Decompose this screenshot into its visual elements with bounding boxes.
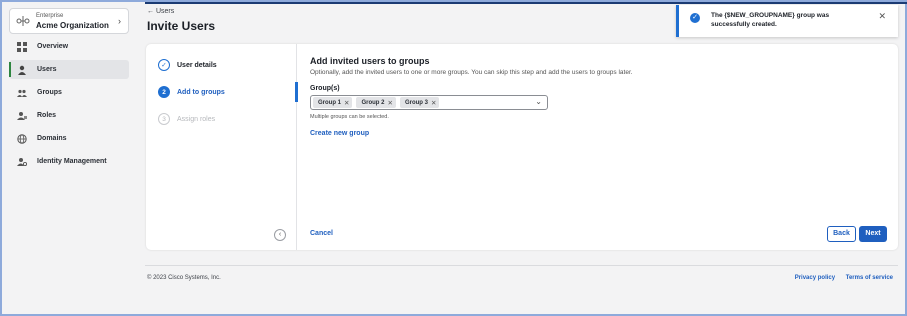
section-description: Optionally, add the invited users to one… bbox=[310, 69, 633, 76]
chevron-down-icon[interactable]: ⌄ bbox=[535, 97, 542, 106]
chip-label: Group 3 bbox=[404, 99, 428, 106]
step-number: 3 bbox=[158, 113, 170, 125]
check-circle-icon: ✓ bbox=[690, 13, 700, 23]
remove-chip-icon[interactable]: ✕ bbox=[431, 99, 436, 107]
remove-chip-icon[interactable]: ✕ bbox=[344, 99, 349, 107]
success-toast: ✓ The {$NEW_GROUPNAME} group was success… bbox=[676, 5, 898, 37]
app-frame: Enterprise Acme Organization › Overview … bbox=[0, 0, 907, 316]
org-switcher[interactable]: Enterprise Acme Organization › bbox=[9, 8, 129, 34]
groups-multiselect[interactable]: Group 1 ✕ Group 2 ✕ Group 3 ✕ ⌄ bbox=[310, 95, 548, 110]
step-assign-roles: 3 Assign roles bbox=[158, 113, 215, 125]
close-icon[interactable]: ✕ bbox=[878, 11, 886, 22]
globe-icon bbox=[17, 133, 27, 144]
groups-field-label: Group(s) bbox=[310, 85, 340, 92]
sidebar-item-users[interactable]: Users bbox=[9, 60, 129, 79]
step-label: Add to groups bbox=[177, 88, 225, 96]
page-title: Invite Users bbox=[147, 19, 216, 33]
sidebar-item-roles[interactable]: Roles bbox=[9, 106, 129, 125]
step-number: 2 bbox=[158, 86, 170, 98]
current-step-marker bbox=[295, 82, 298, 102]
step-label: Assign roles bbox=[177, 115, 216, 123]
step-label: User details bbox=[177, 61, 217, 69]
collapse-chevron-left-icon[interactable]: ‹ bbox=[274, 229, 286, 241]
breadcrumb[interactable]: ← Users bbox=[147, 8, 174, 15]
cancel-link[interactable]: Cancel bbox=[310, 230, 333, 237]
step-add-to-groups[interactable]: 2 Add to groups bbox=[158, 86, 225, 98]
step-user-details[interactable]: ✓ User details bbox=[158, 59, 217, 71]
group-icon bbox=[17, 89, 27, 97]
footer-divider bbox=[145, 265, 898, 266]
identity-icon bbox=[17, 157, 27, 166]
remove-chip-icon[interactable]: ✕ bbox=[387, 99, 392, 107]
top-accent-line bbox=[145, 2, 907, 4]
chevron-right-icon: › bbox=[118, 16, 121, 26]
sidebar-item-groups[interactable]: Groups bbox=[9, 83, 129, 102]
sidebar-item-identity-management[interactable]: Identity Management bbox=[9, 152, 129, 171]
back-button[interactable]: Back bbox=[827, 226, 856, 242]
footer-links: Privacy policy Terms of service bbox=[786, 275, 893, 281]
sidebar-item-label: Roles bbox=[37, 112, 57, 119]
sidebar-item-label: Users bbox=[37, 66, 57, 73]
privacy-policy-link[interactable]: Privacy policy bbox=[795, 275, 835, 281]
next-button[interactable]: Next bbox=[859, 226, 887, 242]
wizard-card: ✓ User details 2 Add to groups 3 Assign … bbox=[146, 44, 898, 250]
group-chip: Group 3 ✕ bbox=[399, 97, 440, 108]
field-hint: Multiple groups can be selected. bbox=[310, 114, 389, 120]
sidebar-item-overview[interactable]: Overview bbox=[9, 37, 129, 56]
chip-label: Group 2 bbox=[361, 99, 385, 106]
toast-message: The {$NEW_GROUPNAME} group was successfu… bbox=[711, 12, 830, 28]
sidebar: Enterprise Acme Organization › Overview … bbox=[4, 4, 132, 314]
sidebar-item-label: Domains bbox=[37, 135, 67, 142]
copyright: © 2023 Cisco Systems, Inc. bbox=[147, 275, 221, 281]
sidebar-item-label: Overview bbox=[37, 43, 69, 50]
org-name: Acme Organization bbox=[36, 21, 109, 30]
section-title: Add invited users to groups bbox=[310, 56, 430, 66]
wizard-content: Add invited users to groups Optionally, … bbox=[310, 44, 890, 250]
grid-icon bbox=[17, 41, 27, 52]
check-icon: ✓ bbox=[158, 59, 170, 71]
group-chip: Group 1 ✕ bbox=[313, 97, 353, 108]
sidebar-item-label: Identity Management bbox=[37, 158, 107, 165]
sidebar-item-label: Groups bbox=[37, 89, 62, 96]
wizard-steps: ✓ User details 2 Add to groups 3 Assign … bbox=[146, 44, 298, 250]
roles-icon bbox=[17, 111, 27, 120]
terms-of-service-link[interactable]: Terms of service bbox=[846, 275, 893, 281]
group-chip: Group 2 ✕ bbox=[356, 97, 396, 108]
sidebar-item-domains[interactable]: Domains bbox=[9, 129, 129, 148]
org-icon bbox=[16, 16, 30, 26]
user-icon bbox=[18, 65, 26, 75]
chip-label: Group 1 bbox=[318, 99, 342, 106]
sidebar-nav: Overview Users Groups Roles Domains Iden… bbox=[9, 37, 129, 175]
create-new-group-link[interactable]: Create new group bbox=[310, 130, 369, 137]
org-kicker: Enterprise bbox=[36, 13, 64, 19]
